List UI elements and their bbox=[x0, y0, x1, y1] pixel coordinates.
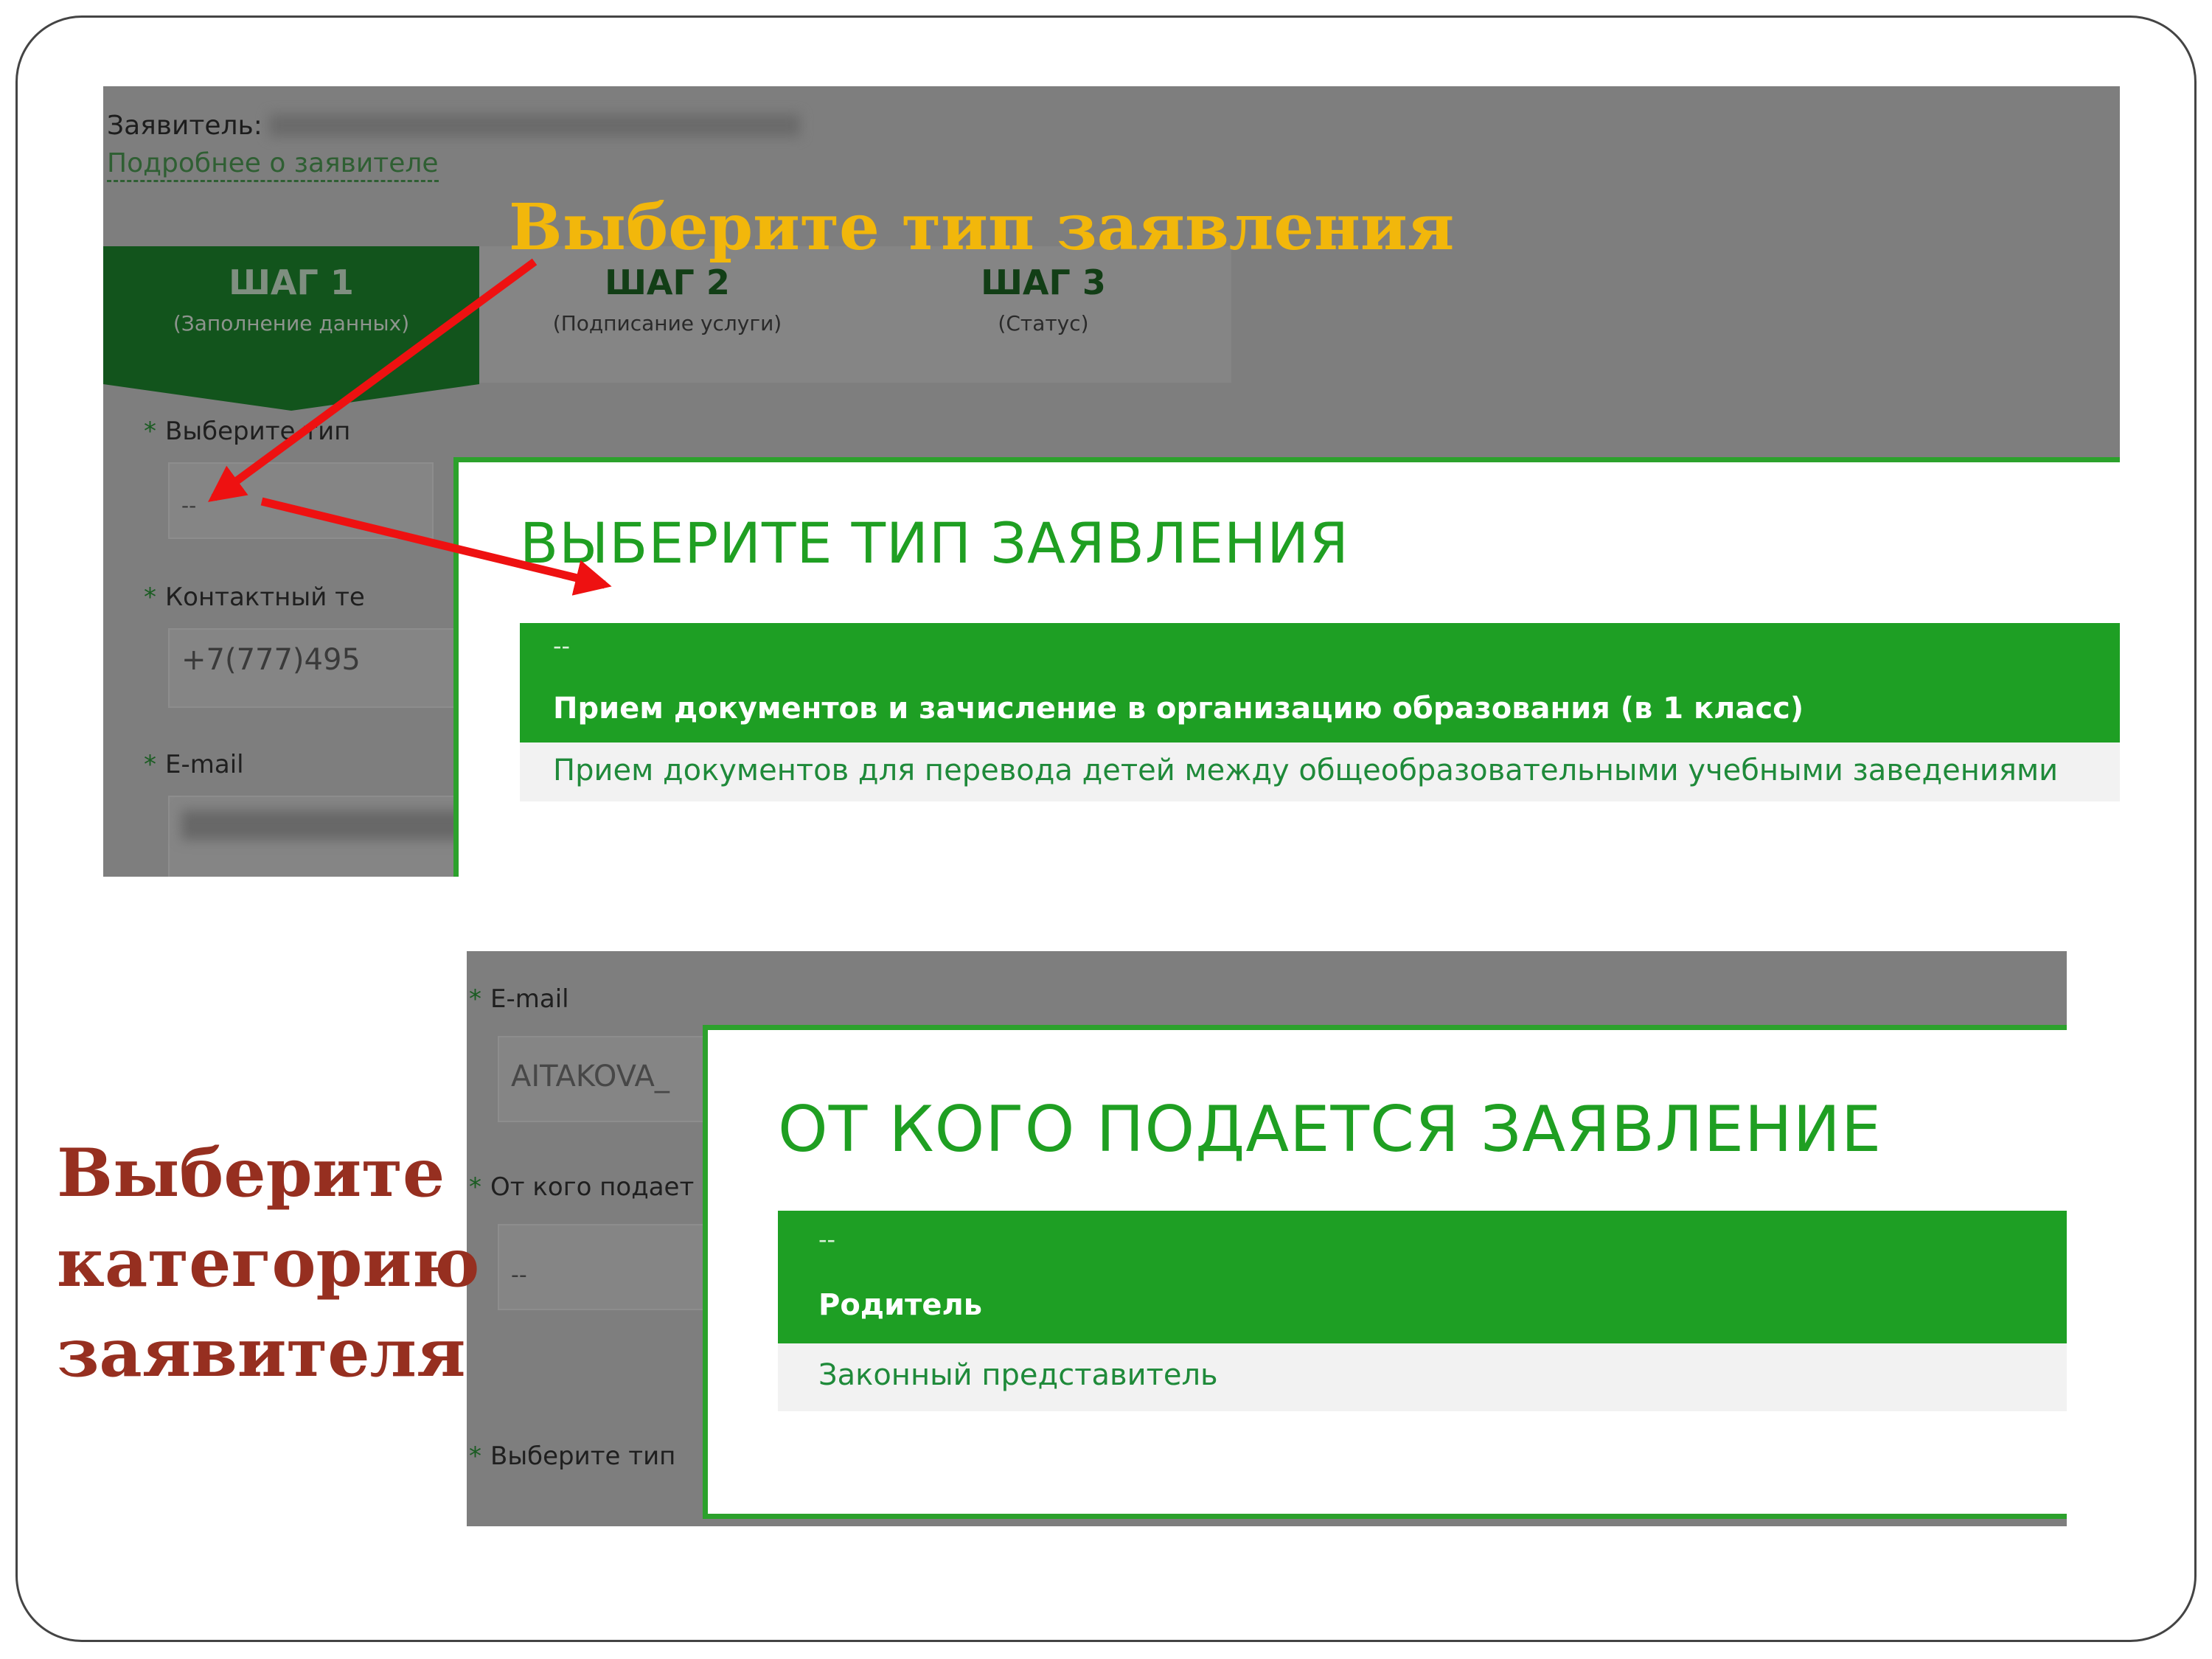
option-parent[interactable]: Родитель bbox=[818, 1288, 982, 1322]
option-first-grade[interactable]: Прием документов и зачисление в организа… bbox=[553, 692, 1804, 726]
applicant-name-blurred bbox=[269, 114, 800, 136]
step-3-tab[interactable]: ШАГ 3 (Статус) bbox=[855, 246, 1231, 383]
applicant-label: Заявитель: bbox=[107, 111, 262, 141]
step-1-subtitle: (Заполнение данных) bbox=[173, 311, 410, 335]
type-field-label: * Выберите тип bbox=[144, 417, 351, 446]
email-input-2[interactable]: AITAKOVA_ bbox=[498, 1036, 734, 1122]
option-list: -- Прием документов и зачисление в орган… bbox=[520, 623, 2120, 742]
option-legal-representative[interactable]: Законный представитель bbox=[778, 1343, 2067, 1411]
annotation-choose-category: Выберите категорию заявителя bbox=[57, 1128, 480, 1398]
annotation-choose-type: Выберите тип заявления bbox=[509, 190, 1455, 265]
step-tabs: ШАГ 1 (Заполнение данных) ШАГ 2 (Подписа… bbox=[103, 246, 1231, 383]
option-placeholder-2[interactable]: -- bbox=[818, 1225, 835, 1253]
step-1-title: ШАГ 1 bbox=[229, 262, 354, 302]
annotation-line-1: Выберите bbox=[57, 1134, 445, 1212]
option-placeholder[interactable]: -- bbox=[553, 632, 570, 660]
email-field-label-2: * E-mail bbox=[469, 984, 569, 1014]
active-step-pointer bbox=[103, 381, 479, 411]
option-list-2: -- Родитель bbox=[778, 1211, 2067, 1343]
type-select[interactable]: -- bbox=[168, 462, 434, 539]
step-1-tab[interactable]: ШАГ 1 (Заполнение данных) bbox=[103, 246, 479, 383]
applicant-details-link[interactable]: Подробнее о заявителе bbox=[107, 148, 439, 182]
from-field-label: * От кого подает bbox=[469, 1172, 695, 1202]
step-2-subtitle: (Подписание услуги) bbox=[552, 311, 782, 335]
type-field-label-2: * Выберите тип bbox=[469, 1441, 676, 1471]
from-select[interactable]: -- bbox=[498, 1224, 734, 1310]
annotation-line-2: категорию bbox=[57, 1224, 480, 1302]
option-transfer[interactable]: Прием документов для перевода детей межд… bbox=[520, 742, 2120, 801]
step-2-title: ШАГ 2 bbox=[605, 262, 730, 302]
step-3-subtitle: (Статус) bbox=[998, 311, 1089, 335]
phone-field-label: * Контактный те bbox=[144, 582, 365, 612]
screenshot-applicant-category: * E-mail AITAKOVA_ * От кого подает -- * Вы… bbox=[467, 951, 2067, 1526]
dialog-title: ВЫБЕРИТЕ ТИП ЗАЯВЛЕНИЯ bbox=[520, 510, 1349, 576]
step-2-tab[interactable]: ШАГ 2 (Подписание услуги) bbox=[479, 246, 855, 383]
email-field-label: * E-mail bbox=[144, 750, 244, 779]
step-3-title: ШАГ 3 bbox=[981, 262, 1106, 302]
application-type-dialog: ВЫБЕРИТЕ ТИП ЗАЯВЛЕНИЯ -- Прием документ… bbox=[453, 457, 2120, 877]
phone-input[interactable]: +7(777)495 bbox=[168, 628, 463, 708]
applicant-category-dialog: ОТ КОГО ПОДАЕТСЯ ЗАЯВЛЕНИЕ -- Родитель З… bbox=[703, 1025, 2067, 1519]
option-transfer-label: Прием документов для перевода детей межд… bbox=[553, 754, 2059, 787]
dialog-title-2: ОТ КОГО ПОДАЕТСЯ ЗАЯВЛЕНИЕ bbox=[778, 1093, 1882, 1166]
option-legal-representative-label: Законный представитель bbox=[818, 1358, 1218, 1392]
annotation-line-3: заявителя bbox=[57, 1314, 466, 1392]
